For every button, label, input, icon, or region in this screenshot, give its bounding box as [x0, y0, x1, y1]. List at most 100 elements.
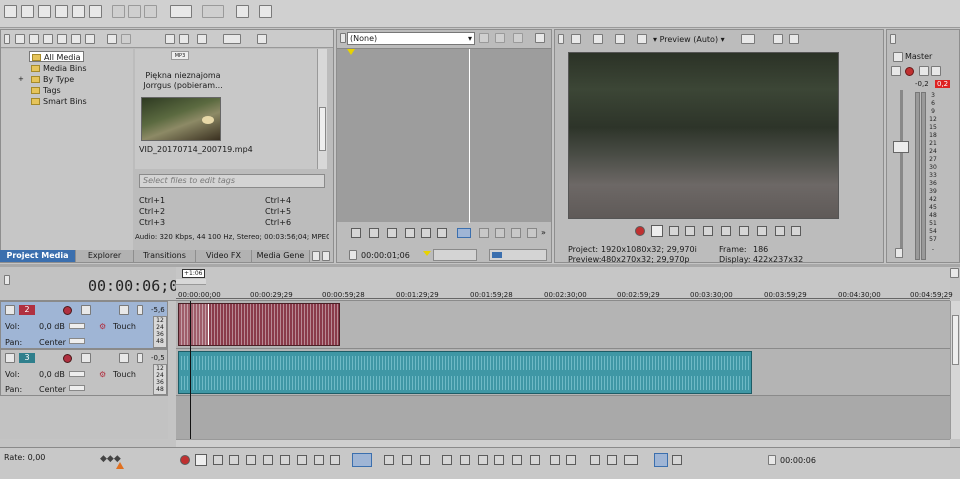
add-to-timeline-icon[interactable] — [457, 228, 471, 238]
track-header-2[interactable]: 2 -5,6 Vol: 0,0 dB ⚙ Touch Pan: Center 1… — [0, 301, 168, 349]
enable-snapping-icon[interactable] — [672, 455, 682, 465]
project-properties-icon[interactable] — [571, 34, 581, 44]
trimmer-timecode[interactable]: 00:00:01;06 — [361, 251, 410, 260]
previous-frame-icon[interactable] — [739, 226, 749, 236]
redo-icon[interactable] — [202, 5, 224, 18]
ruler-marker-tag[interactable]: +1:06 — [182, 269, 205, 278]
next-frame-icon[interactable] — [757, 226, 767, 236]
trimmer-tool-2-icon[interactable] — [495, 33, 505, 43]
next-frame-icon[interactable] — [330, 455, 340, 465]
save-snapshot-icon[interactable] — [789, 34, 799, 44]
pause-icon[interactable] — [703, 226, 713, 236]
trim-tool-4-icon[interactable] — [527, 228, 537, 238]
play-icon[interactable] — [229, 455, 239, 465]
media-item-video-thumbnail[interactable] — [141, 97, 221, 141]
stop-icon[interactable] — [721, 226, 731, 236]
trimmer-zoom-bar[interactable] — [489, 249, 547, 261]
bottom-timecode[interactable]: 00:00:06 — [780, 456, 816, 465]
selection-tool-icon[interactable] — [402, 455, 412, 465]
capture-video-icon[interactable] — [29, 34, 39, 44]
tree-item-media-bins[interactable]: Media Bins — [31, 63, 87, 74]
pause-icon[interactable] — [246, 455, 256, 465]
timeline-grip-icon[interactable] — [4, 275, 10, 285]
tab-scroll-left-icon[interactable] — [312, 251, 320, 261]
trim-tool-2-icon[interactable] — [495, 228, 505, 238]
play-from-start-icon[interactable] — [669, 226, 679, 236]
lock-envelopes-icon[interactable] — [624, 455, 638, 465]
vscroll-thumb[interactable] — [952, 315, 959, 365]
timeline-hscroll[interactable] — [176, 439, 950, 447]
tags-input[interactable]: Select files to edit tags — [139, 174, 325, 188]
whats-this-help-icon[interactable] — [259, 5, 272, 18]
media-fx-icon[interactable] — [121, 34, 131, 44]
stop-preview-icon[interactable] — [179, 34, 189, 44]
tab-media-generators[interactable]: Media Gene — [252, 250, 310, 262]
loop-region-bar[interactable] — [176, 279, 206, 285]
master-grip-icon[interactable] — [890, 34, 896, 44]
track-3-vol-value[interactable]: 0,0 dB — [39, 370, 65, 379]
insert-region-icon[interactable] — [566, 455, 576, 465]
track-3-record-icon[interactable] — [63, 354, 72, 363]
get-media-icon[interactable] — [43, 34, 53, 44]
tag-shortcut-2[interactable]: Ctrl+2 — [139, 207, 165, 216]
trimmer-monitor-icon[interactable] — [535, 33, 545, 43]
timeline-scroll-up-icon[interactable] — [950, 268, 959, 278]
track-3-expand-icon[interactable] — [5, 353, 15, 363]
loop-playback-icon[interactable] — [195, 454, 207, 466]
tree-item-smart-bins[interactable]: Smart Bins — [31, 96, 87, 107]
audio-clip-track-2[interactable] — [178, 303, 340, 346]
paste-icon[interactable] — [144, 5, 157, 18]
play-icon[interactable] — [387, 228, 397, 238]
trim-end-icon[interactable] — [494, 455, 504, 465]
trimmer-selection-bar[interactable] — [433, 249, 477, 261]
trim-start-icon[interactable] — [478, 455, 488, 465]
tree-item-tags[interactable]: Tags — [31, 85, 61, 96]
master-fx-icon[interactable] — [891, 66, 901, 76]
tab-transitions[interactable]: Transitions — [134, 250, 196, 262]
tag-shortcut-5[interactable]: Ctrl+5 — [265, 207, 291, 216]
undo-icon[interactable] — [170, 5, 192, 18]
track-3-solo-icon[interactable] — [137, 353, 143, 363]
track-header-3[interactable]: 3 -0,5 Vol: 0,0 dB ⚙ Touch Pan: Center 1… — [0, 349, 168, 396]
play-icon[interactable] — [685, 226, 695, 236]
trimmer-grip-icon[interactable] — [340, 33, 346, 43]
copy-icon[interactable] — [128, 5, 141, 18]
master-mute-icon[interactable] — [919, 66, 929, 76]
tab-project-media[interactable]: Project Media — [0, 250, 76, 262]
video-preview-frame[interactable] — [568, 52, 839, 219]
track-2-mode[interactable]: Touch — [113, 322, 136, 331]
tag-shortcut-6[interactable]: Ctrl+6 — [265, 218, 291, 227]
tag-shortcut-4[interactable]: Ctrl+4 — [265, 196, 291, 205]
trim-icon[interactable] — [460, 455, 470, 465]
loop-playback-icon[interactable] — [651, 225, 663, 237]
render-icon[interactable] — [72, 5, 85, 18]
master-solo-icon[interactable] — [931, 66, 941, 76]
track-3-vol-slider[interactable] — [69, 371, 85, 377]
preview-grip-icon[interactable] — [558, 34, 564, 44]
go-to-start-icon[interactable] — [437, 228, 447, 238]
tab-explorer[interactable]: Explorer — [76, 250, 134, 262]
track-2-vol-slider[interactable] — [69, 323, 85, 329]
go-to-start-icon[interactable] — [280, 455, 290, 465]
previous-frame-icon[interactable] — [314, 455, 324, 465]
stop-icon[interactable] — [421, 228, 431, 238]
track-3-automation-icon[interactable]: ⚙ — [99, 370, 106, 379]
go-to-start-icon[interactable] — [775, 226, 785, 236]
master-lock-icon[interactable] — [895, 248, 903, 258]
enable-snapping-icon[interactable] — [236, 5, 249, 18]
play-from-start-icon[interactable] — [213, 455, 223, 465]
loop-icon[interactable] — [351, 228, 361, 238]
track-2-expand-icon[interactable] — [5, 305, 15, 315]
external-monitor-icon[interactable] — [593, 34, 603, 44]
track-2-vol-value[interactable]: 0,0 dB — [39, 322, 65, 331]
record-icon[interactable] — [635, 226, 645, 236]
track-3-pan-slider[interactable] — [69, 385, 85, 391]
master-record-icon[interactable] — [905, 67, 914, 76]
import-media-icon[interactable] — [15, 34, 25, 44]
track-2-pan-slider[interactable] — [69, 338, 85, 344]
delete-icon[interactable] — [442, 455, 452, 465]
track-2-mute-icon[interactable] — [119, 305, 129, 315]
master-fader-handle[interactable] — [893, 141, 909, 153]
audio-clip-track-3[interactable] — [178, 351, 752, 394]
ignore-grouping-icon[interactable] — [654, 453, 668, 467]
